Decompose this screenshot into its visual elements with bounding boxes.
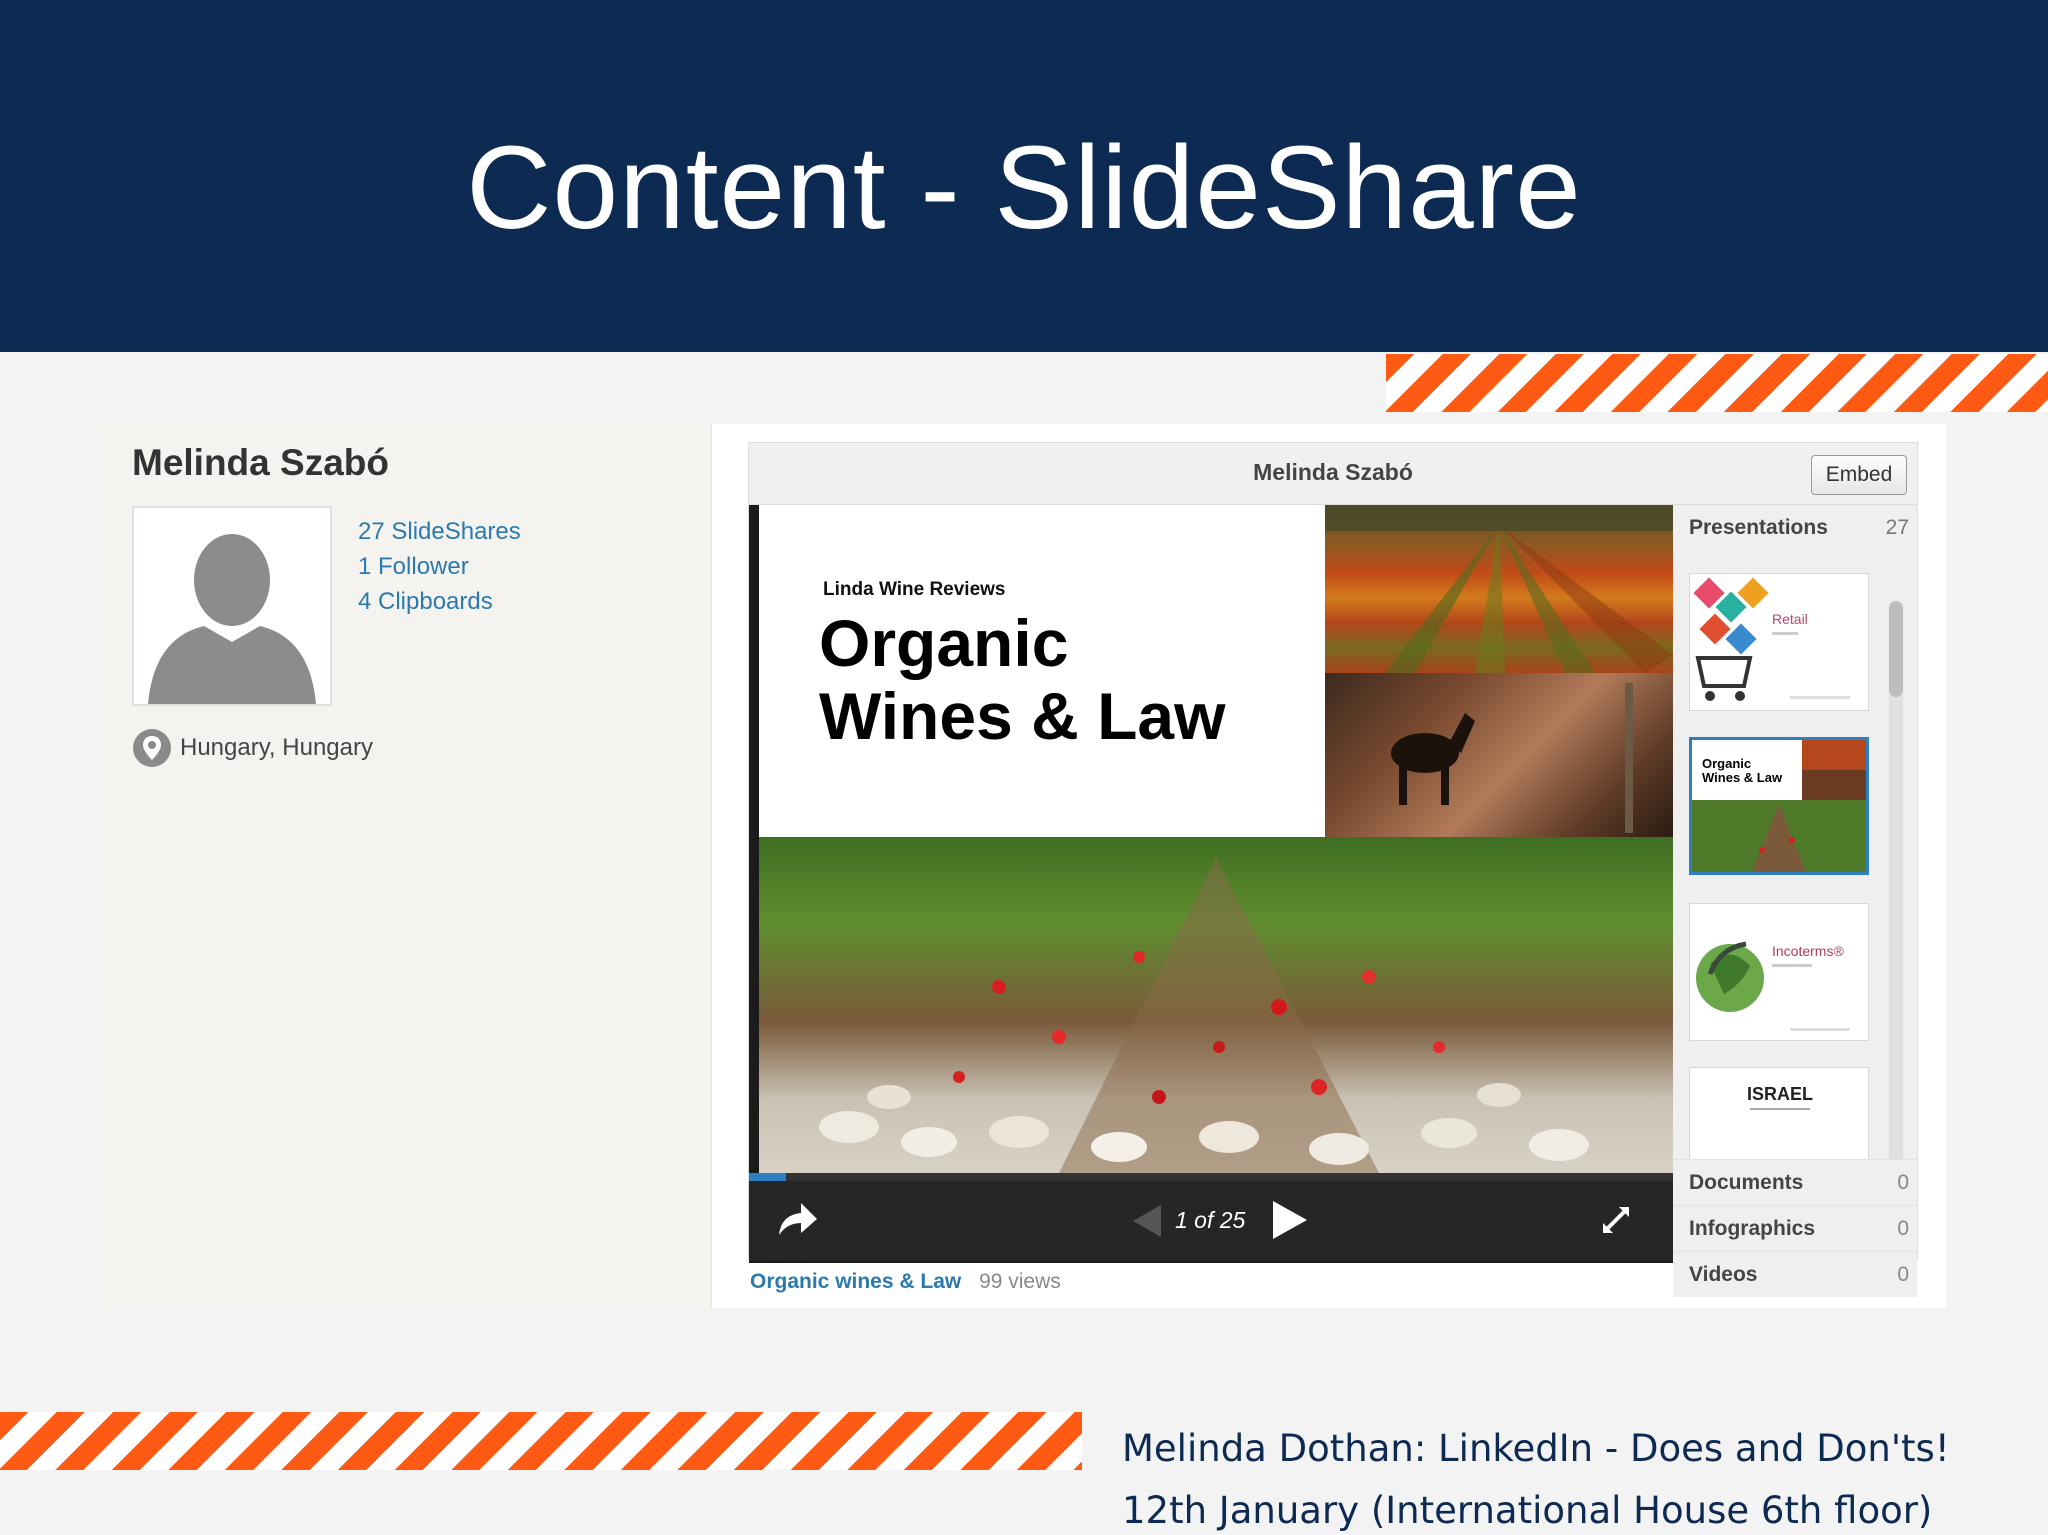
presentation-thumb-incoterms[interactable]: Incoterms® xyxy=(1689,903,1869,1041)
presentation-thumb-israel[interactable]: ISRAEL xyxy=(1689,1067,1869,1159)
videos-count: 0 xyxy=(1897,1263,1909,1286)
sidebar-item-infographics[interactable]: Infographics 0 xyxy=(1673,1205,1917,1251)
thumb-retail-text: Retail xyxy=(1772,611,1808,627)
main-content: Melinda Szabó Embed Linda Wine Reviews O… xyxy=(712,424,1946,1308)
svg-text:Organic: Organic xyxy=(1702,756,1751,771)
player-controls: 1 of 25 xyxy=(749,1181,1673,1261)
decorative-stripes-bottom xyxy=(0,1412,1082,1470)
profile-panel: Melinda Szabó 27 SlideShares 1 Follower … xyxy=(102,424,712,1308)
location-text: Hungary, Hungary xyxy=(180,734,373,761)
event-title: Melinda Dothan: LinkedIn - Does and Don'… xyxy=(1122,1427,1950,1470)
documents-count: 0 xyxy=(1897,1171,1909,1194)
geese-vineyard-photo xyxy=(759,837,1673,1173)
slide-title: Organic Wines & Law xyxy=(819,607,1225,753)
sidebar-item-documents[interactable]: Documents 0 xyxy=(1673,1159,1917,1205)
followers-link[interactable]: 1 Follower xyxy=(358,549,521,584)
infographics-count: 0 xyxy=(1897,1217,1909,1240)
horse-photo xyxy=(1325,673,1673,837)
event-date-location: 12th January (International House 6th fl… xyxy=(1122,1489,1933,1532)
player-toolbar: Melinda Szabó Embed xyxy=(749,443,1917,505)
svg-text:Wines & Law: Wines & Law xyxy=(1702,770,1783,785)
slide-brand: Linda Wine Reviews xyxy=(823,579,1006,600)
presentation-caption: Organic wines & Law 99 views xyxy=(750,1270,1061,1294)
infographics-label: Infographics xyxy=(1689,1217,1816,1240)
presentations-header[interactable]: Presentations 27 xyxy=(1673,505,1917,551)
view-count: 99 views xyxy=(979,1270,1061,1293)
thumb-israel-text: ISRAEL xyxy=(1747,1084,1813,1104)
location-pin-icon xyxy=(133,729,171,767)
slide-header: Content - SlideShare xyxy=(0,0,2048,352)
videos-label: Videos xyxy=(1689,1263,1758,1286)
slide-title-line2: Wines & Law xyxy=(819,679,1226,753)
share-icon[interactable] xyxy=(775,1199,819,1239)
slideshare-screenshot: Melinda Szabó 27 SlideShares 1 Follower … xyxy=(102,424,1946,1308)
avatar[interactable] xyxy=(132,506,332,706)
page-title: Content - SlideShare xyxy=(466,122,1582,254)
presentation-title-link[interactable]: Organic wines & Law xyxy=(750,1270,961,1293)
thumb-incoterms-text: Incoterms® xyxy=(1772,943,1844,959)
avatar-silhouette-icon xyxy=(148,534,316,704)
next-slide-icon[interactable] xyxy=(1269,1199,1309,1241)
presentations-sidebar: Presentations 27 Retail Organic Wines & … xyxy=(1673,505,1917,1297)
thumbnails-scrollbar[interactable] xyxy=(1889,601,1903,1159)
event-info: Melinda Dothan: LinkedIn - Does and Don'… xyxy=(1122,1418,1950,1535)
slide-text-panel: Linda Wine Reviews Organic Wines & Law xyxy=(759,505,1325,837)
presentation-thumbnails: Retail Organic Wines & Law Incoterms® IS… xyxy=(1673,551,1917,1159)
player-author: Melinda Szabó xyxy=(1253,459,1413,485)
location: Hungary, Hungary xyxy=(132,726,373,770)
slide-progress-fill xyxy=(749,1173,786,1181)
presentation-thumb-retail[interactable]: Retail xyxy=(1689,573,1869,711)
vineyard-photo xyxy=(1325,505,1673,673)
documents-label: Documents xyxy=(1689,1171,1804,1194)
slideshares-link[interactable]: 27 SlideShares xyxy=(358,514,521,549)
slide-progress-bar[interactable] xyxy=(749,1173,1673,1181)
sidebar-item-videos[interactable]: Videos 0 xyxy=(1673,1251,1917,1297)
slide-title-line1: Organic xyxy=(819,606,1069,680)
embed-button[interactable]: Embed xyxy=(1811,455,1907,495)
presentation-thumb-organic-wines[interactable]: Organic Wines & Law xyxy=(1689,737,1869,875)
page-counter: 1 of 25 xyxy=(1175,1207,1246,1233)
profile-name: Melinda Szabó xyxy=(132,442,389,483)
decorative-stripes-top xyxy=(1386,354,2048,412)
current-slide[interactable]: Linda Wine Reviews Organic Wines & Law xyxy=(759,505,1673,1173)
clipboards-link[interactable]: 4 Clipboards xyxy=(358,584,521,619)
previous-slide-icon[interactable] xyxy=(1127,1201,1167,1241)
slide-viewer: Linda Wine Reviews Organic Wines & Law 1… xyxy=(749,505,1673,1263)
scrollbar-handle[interactable] xyxy=(1889,601,1903,697)
slideshow-player: Melinda Szabó Embed Linda Wine Reviews O… xyxy=(748,442,1918,1297)
presentations-count: 27 xyxy=(1885,516,1909,539)
fullscreen-icon[interactable] xyxy=(1599,1203,1633,1237)
presentations-label: Presentations xyxy=(1689,516,1828,539)
profile-stats: 27 SlideShares 1 Follower 4 Clipboards xyxy=(358,514,521,619)
